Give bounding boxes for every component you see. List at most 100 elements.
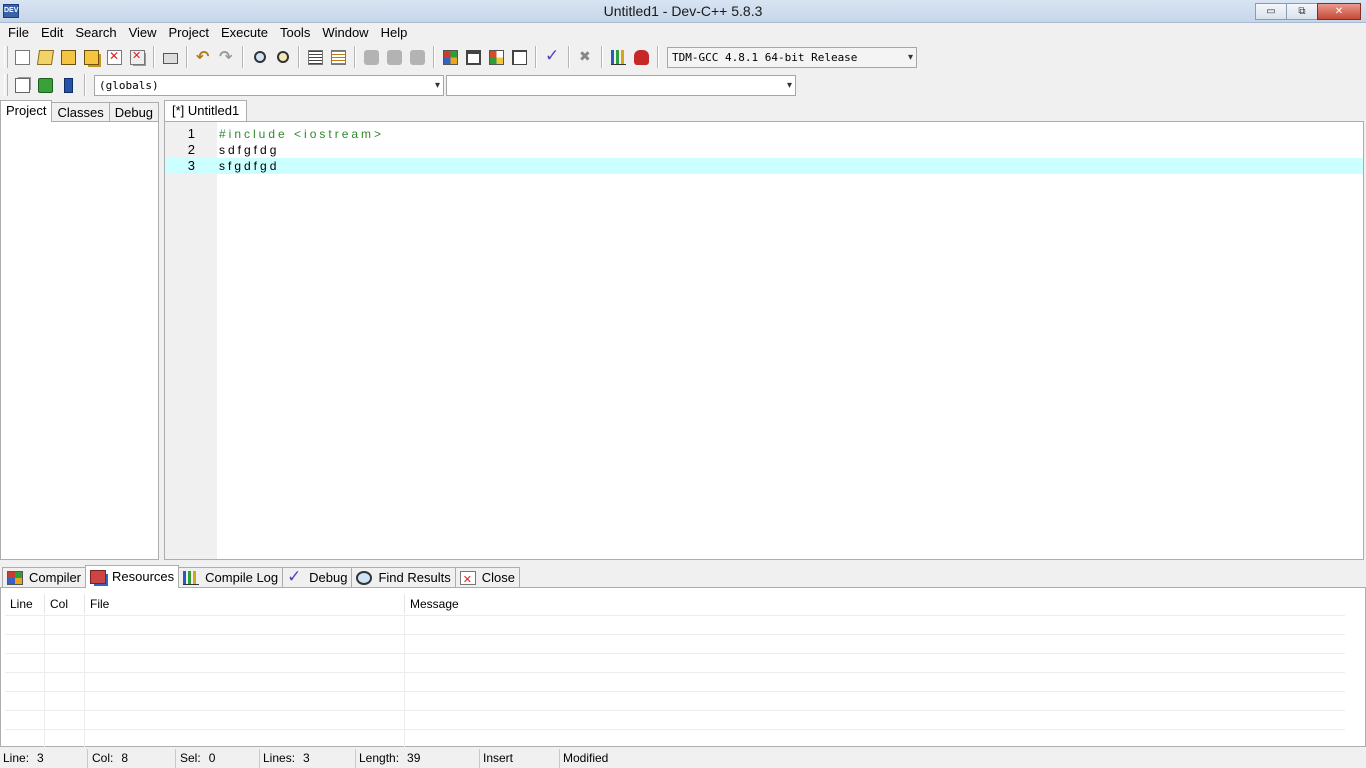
menu-search[interactable]: Search (69, 23, 122, 43)
member-select[interactable]: ▾ (446, 74, 796, 96)
grid-cell (5, 692, 45, 710)
stop-icon (578, 48, 593, 65)
unindent-button[interactable] (328, 46, 350, 68)
menu-help[interactable]: Help (375, 23, 414, 43)
messages-list[interactable] (5, 615, 1345, 748)
code-line[interactable]: 2 sdfgfdg (165, 142, 1363, 158)
compile-run-button[interactable] (486, 46, 508, 68)
debug-button[interactable] (631, 46, 653, 68)
tab-project[interactable]: Project (0, 100, 53, 122)
goto-back-button[interactable] (361, 46, 383, 68)
close-all-button[interactable] (127, 46, 149, 68)
bookmark-icon (410, 49, 425, 65)
replace-button[interactable] (272, 46, 294, 68)
close-panel-button[interactable]: Close (454, 567, 520, 590)
run-button[interactable] (463, 46, 485, 68)
tab-debug[interactable]: Debug (108, 102, 160, 122)
save-button[interactable] (58, 46, 80, 68)
table-row (5, 634, 1345, 653)
run-icon (466, 49, 481, 65)
grid-cell (85, 654, 405, 672)
grid-cell (85, 730, 405, 748)
close-window-button[interactable]: ✕ (1317, 3, 1361, 20)
status-insert-mode: Insert (480, 749, 560, 768)
menu-view[interactable]: View (123, 23, 163, 43)
code-text[interactable]: sdfgfdg (219, 142, 279, 158)
column-header-message[interactable]: Message (405, 594, 1345, 614)
menu-project[interactable]: Project (163, 23, 215, 43)
goto-forward-button[interactable] (384, 46, 406, 68)
grid-cell (45, 692, 85, 710)
status-mode-value: Insert (483, 751, 514, 765)
status-line-label: Line: (3, 751, 30, 765)
status-lines-label: Lines: (263, 751, 296, 765)
close-all-icon (130, 49, 145, 65)
code-text[interactable]: sfgdfgd (219, 158, 279, 174)
toolbar-grip[interactable] (4, 74, 8, 96)
code-line[interactable]: 1 #include <iostream> (165, 126, 1363, 142)
rebuild-all-button[interactable] (509, 46, 531, 68)
profile-button[interactable] (608, 46, 630, 68)
syntax-check-button[interactable] (542, 46, 564, 68)
compile-button[interactable] (440, 46, 462, 68)
stop-execution-button[interactable] (575, 46, 597, 68)
column-header-line[interactable]: Line (5, 594, 45, 614)
add-to-project-button[interactable] (35, 74, 57, 96)
rebuild-icon (512, 49, 527, 65)
class-scope-select[interactable]: (globals) ▾ (94, 74, 444, 96)
minimize-button[interactable]: ▭ (1255, 3, 1287, 20)
tab-debug-output[interactable]: Debug (282, 567, 353, 588)
menu-file[interactable]: File (2, 23, 35, 43)
project-options-button[interactable] (58, 74, 80, 96)
save-icon (61, 49, 76, 65)
new-file-icon (15, 49, 30, 65)
back-arrow-icon (364, 49, 379, 65)
column-header-col[interactable]: Col (45, 594, 85, 614)
restore-button[interactable]: ⧉ (1286, 3, 1318, 20)
menu-window[interactable]: Window (316, 23, 374, 43)
compiler-select[interactable]: TDM-GCC 4.8.1 64-bit Release ▾ (667, 46, 917, 68)
status-sel-value: 0 (208, 751, 216, 765)
line-number: 1 (187, 126, 195, 141)
save-all-icon (84, 49, 99, 65)
status-col-value: 8 (121, 751, 129, 765)
find-button[interactable] (249, 46, 271, 68)
tab-compile-log[interactable]: Compile Log (178, 567, 284, 588)
toolbar-grip[interactable] (4, 46, 8, 68)
toolbar-separator (657, 46, 659, 68)
new-project-button[interactable] (12, 74, 34, 96)
code-editor[interactable]: 1 #include <iostream> 2 sdfgfdg 3 sfgdfg… (164, 121, 1364, 560)
tab-untitled1[interactable]: [*] Untitled1 (164, 100, 248, 122)
tab-compiler[interactable]: Compiler (2, 567, 87, 588)
menu-execute[interactable]: Execute (215, 23, 274, 43)
find-icon (253, 51, 266, 63)
code-text[interactable]: #include <iostream> (219, 126, 384, 142)
code-line-current[interactable]: 3 sfgdfgd (165, 158, 1363, 174)
column-header-file[interactable]: File (85, 594, 405, 614)
indent-button[interactable] (305, 46, 327, 68)
grid-cell (45, 730, 85, 748)
undo-button[interactable] (193, 46, 215, 68)
print-button[interactable] (160, 46, 182, 68)
menu-bar: File Edit Search View Project Execute To… (0, 23, 1366, 43)
open-button[interactable] (35, 46, 57, 68)
menu-tools[interactable]: Tools (274, 23, 316, 43)
table-row (5, 672, 1345, 691)
tab-classes[interactable]: Classes (51, 102, 110, 122)
status-length-value: 39 (407, 751, 421, 765)
redo-button[interactable] (216, 46, 238, 68)
menu-edit[interactable]: Edit (35, 23, 69, 43)
chevron-down-icon: ▾ (907, 51, 913, 63)
save-all-button[interactable] (81, 46, 103, 68)
tab-resources[interactable]: Resources (85, 565, 180, 588)
toggle-bookmark-button[interactable] (407, 46, 429, 68)
grid-cell (5, 673, 45, 691)
compile-log-icon (183, 571, 200, 585)
grid-cell (85, 673, 405, 691)
new-file-button[interactable] (12, 46, 34, 68)
close-file-button[interactable] (104, 46, 126, 68)
project-browser[interactable] (0, 121, 159, 560)
bottom-panel-tabs: Compiler Resources Compile Log Debug Fin… (2, 565, 520, 590)
close-panel-label: Close (481, 570, 515, 585)
tab-find-results[interactable]: Find Results (351, 567, 456, 588)
